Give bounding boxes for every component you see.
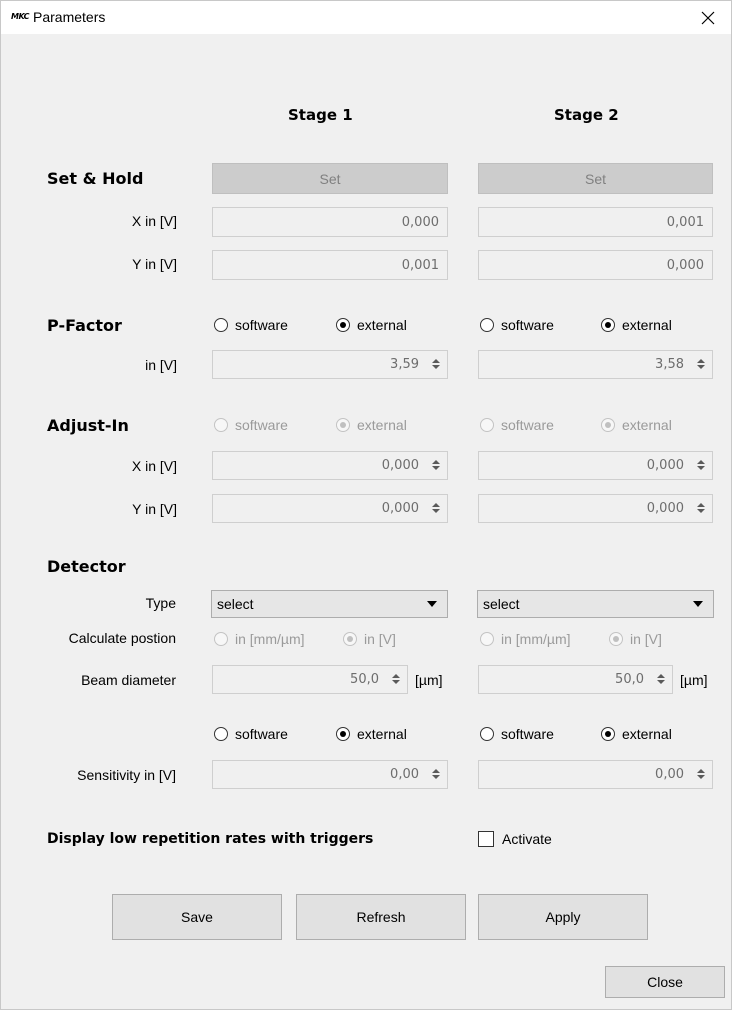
- stage1-p-factor-external-radio[interactable]: external: [336, 317, 407, 333]
- stage1-header: Stage 1: [288, 106, 353, 124]
- stage2-beam-unit: [µm]: [680, 672, 708, 688]
- stage1-calc-mm-radio[interactable]: in [mm/µm]: [214, 631, 305, 647]
- stage2-beam-diameter-spinbox[interactable]: 50,0: [478, 665, 673, 694]
- stage2-adjust-in-y-spinbox[interactable]: 0,000: [478, 494, 713, 523]
- stage2-adjust-in-software-radio[interactable]: software: [480, 417, 554, 433]
- save-button[interactable]: Save: [112, 894, 282, 940]
- stage2-detector-type-select[interactable]: select: [477, 590, 714, 618]
- low-repetition-label: Display low repetition rates with trigge…: [47, 831, 374, 847]
- radio-circle-icon: [480, 318, 494, 332]
- set-hold-title: Set & Hold: [47, 169, 144, 188]
- spin-arrows-icon: [697, 460, 705, 470]
- p-factor-value-label: in [V]: [145, 357, 177, 373]
- detector-title: Detector: [47, 557, 126, 576]
- stage1-adjust-in-x-spinbox[interactable]: 0,000: [212, 451, 448, 480]
- p-factor-title: P-Factor: [47, 316, 122, 335]
- adjust-in-y-label: Y in [V]: [132, 501, 177, 517]
- stage2-set-hold-y-field[interactable]: 0,000: [478, 250, 713, 280]
- stage1-detector-software-radio[interactable]: software: [214, 726, 288, 742]
- spin-arrows-icon: [432, 769, 440, 779]
- refresh-button[interactable]: Refresh: [296, 894, 466, 940]
- spin-arrows-icon: [697, 503, 705, 513]
- stage1-p-factor-software-radio[interactable]: software: [214, 317, 288, 333]
- stage1-beam-unit: [µm]: [415, 672, 443, 688]
- app-logo-icon: MKC: [11, 12, 30, 21]
- detector-type-label: Type: [145, 595, 176, 611]
- stage2-p-factor-external-radio[interactable]: external: [601, 317, 672, 333]
- apply-button[interactable]: Apply: [478, 894, 648, 940]
- stage2-adjust-in-external-radio[interactable]: external: [601, 417, 672, 433]
- beam-diameter-label: Beam diameter: [81, 672, 176, 688]
- set-hold-y-label: Y in [V]: [132, 256, 177, 272]
- stage2-p-factor-spinbox[interactable]: 3,58: [478, 350, 713, 379]
- stage1-detector-external-radio[interactable]: external: [336, 726, 407, 742]
- close-icon: [701, 11, 715, 24]
- title-bar: MKC Parameters: [1, 1, 731, 34]
- stage1-set-button[interactable]: Set: [212, 163, 448, 194]
- stage2-header: Stage 2: [554, 106, 619, 124]
- spin-arrows-icon: [697, 769, 705, 779]
- spin-arrows-icon: [432, 460, 440, 470]
- stage1-detector-type-select[interactable]: select: [211, 590, 448, 618]
- radio-selected-icon: [336, 727, 350, 741]
- spin-arrows-icon: [392, 674, 400, 684]
- stage1-set-hold-y-field[interactable]: 0,001: [212, 250, 448, 280]
- adjust-in-title: Adjust-In: [47, 416, 129, 435]
- dropdown-arrow-icon: [427, 601, 437, 607]
- radio-circle-icon: [214, 632, 228, 646]
- stage2-p-factor-software-radio[interactable]: software: [480, 317, 554, 333]
- set-hold-x-label: X in [V]: [131, 213, 177, 229]
- radio-selected-icon: [601, 418, 615, 432]
- parameters-window: MKC Parameters Stage 1 Stage 2 Set & Hol…: [0, 0, 732, 1010]
- radio-selected-icon: [609, 632, 623, 646]
- radio-selected-icon: [343, 632, 357, 646]
- adjust-in-x-label: X in [V]: [131, 458, 177, 474]
- stage2-set-button[interactable]: Set: [478, 163, 713, 194]
- stage2-detector-software-radio[interactable]: software: [480, 726, 554, 742]
- stage1-p-factor-spinbox[interactable]: 3,59: [212, 350, 448, 379]
- stage2-set-hold-x-field[interactable]: 0,001: [478, 207, 713, 237]
- radio-circle-icon: [214, 318, 228, 332]
- window-title: Parameters: [33, 9, 106, 25]
- radio-circle-icon: [480, 418, 494, 432]
- radio-circle-icon: [480, 632, 494, 646]
- stage1-calc-v-radio[interactable]: in [V]: [343, 631, 396, 647]
- stage2-sensitivity-spinbox[interactable]: 0,00: [478, 760, 713, 789]
- stage2-adjust-in-x-spinbox[interactable]: 0,000: [478, 451, 713, 480]
- stage2-calc-v-radio[interactable]: in [V]: [609, 631, 662, 647]
- spin-arrows-icon: [432, 359, 440, 369]
- sensitivity-label: Sensitivity in [V]: [77, 767, 176, 783]
- spin-arrows-icon: [657, 674, 665, 684]
- radio-selected-icon: [601, 727, 615, 741]
- dropdown-arrow-icon: [693, 601, 703, 607]
- activate-checkbox[interactable]: Activate: [478, 831, 552, 847]
- calculate-position-label: Calculate postion: [68, 630, 176, 646]
- stage1-adjust-in-y-spinbox[interactable]: 0,000: [212, 494, 448, 523]
- radio-selected-icon: [336, 418, 350, 432]
- stage1-adjust-in-external-radio[interactable]: external: [336, 417, 407, 433]
- radio-selected-icon: [601, 318, 615, 332]
- spin-arrows-icon: [432, 503, 440, 513]
- stage2-detector-external-radio[interactable]: external: [601, 726, 672, 742]
- radio-circle-icon: [214, 418, 228, 432]
- stage1-sensitivity-spinbox[interactable]: 0,00: [212, 760, 448, 789]
- spin-arrows-icon: [697, 359, 705, 369]
- radio-circle-icon: [214, 727, 228, 741]
- stage1-set-hold-x-field[interactable]: 0,000: [212, 207, 448, 237]
- stage1-adjust-in-software-radio[interactable]: software: [214, 417, 288, 433]
- checkbox-icon: [478, 831, 494, 847]
- window-close-button[interactable]: [685, 1, 731, 34]
- radio-selected-icon: [336, 318, 350, 332]
- stage2-calc-mm-radio[interactable]: in [mm/µm]: [480, 631, 571, 647]
- stage1-beam-diameter-spinbox[interactable]: 50,0: [212, 665, 408, 694]
- close-button[interactable]: Close: [605, 966, 725, 998]
- radio-circle-icon: [480, 727, 494, 741]
